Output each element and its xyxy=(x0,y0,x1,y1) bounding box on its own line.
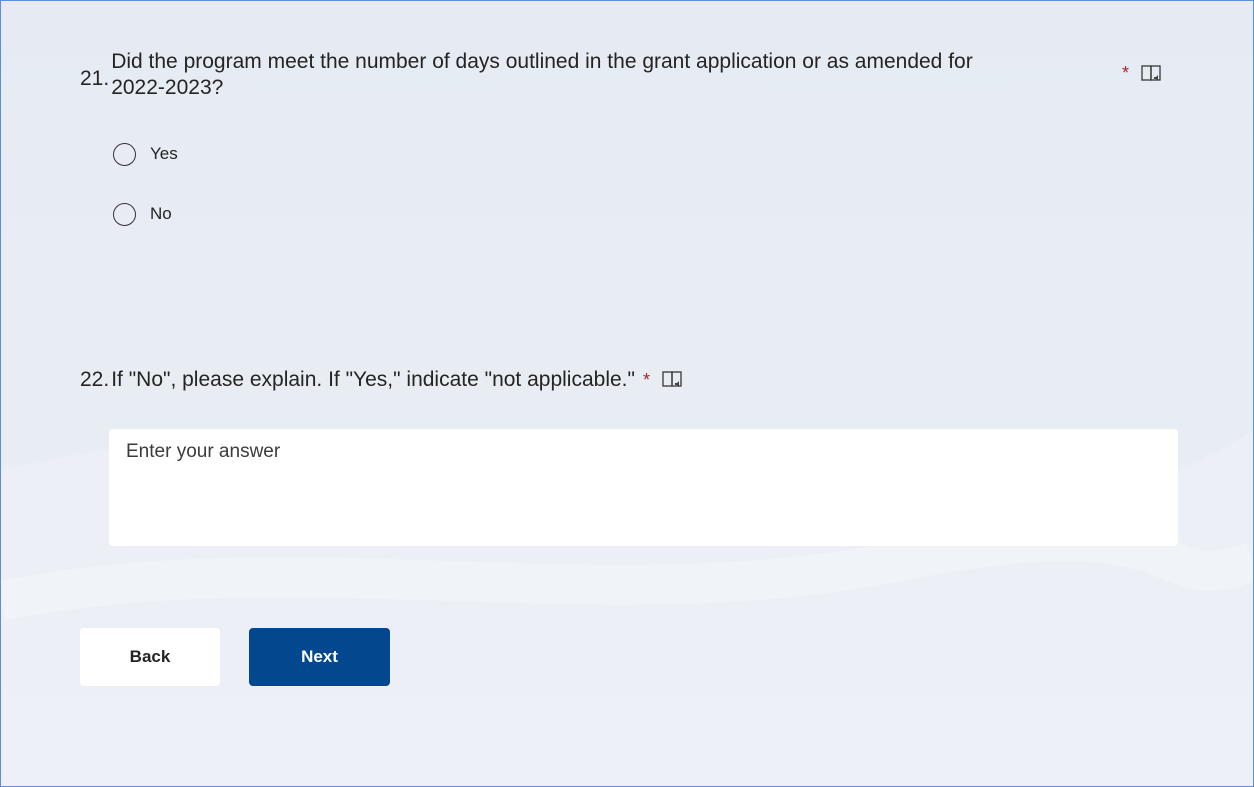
immersive-reader-icon[interactable] xyxy=(1141,64,1163,84)
question-text: Did the program meet the number of days … xyxy=(111,50,973,99)
answer-input[interactable]: Enter your answer xyxy=(109,429,1178,546)
required-asterisk: * xyxy=(1121,63,1129,83)
required-asterisk: * xyxy=(642,370,650,390)
immersive-reader-icon[interactable] xyxy=(662,370,684,390)
question-22: 22. If "No", please explain. If "Yes," i… xyxy=(80,367,1178,546)
option-label: Yes xyxy=(150,144,178,163)
form-navigation: Back Next xyxy=(80,628,390,686)
radio-yes[interactable] xyxy=(113,142,136,166)
question-title: 22. If "No", please explain. If "Yes," i… xyxy=(80,367,1173,393)
question-meta: * xyxy=(1114,63,1163,84)
question-title: 21. Did the program meet the number of d… xyxy=(80,49,1173,101)
option-no[interactable]: No xyxy=(113,179,1173,249)
question-21: 21. Did the program meet the number of d… xyxy=(80,49,1173,249)
option-label: No xyxy=(150,204,172,223)
radio-no[interactable] xyxy=(113,202,136,226)
form-page: 21. Did the program meet the number of d… xyxy=(0,0,1254,787)
radio-group: Yes No xyxy=(113,119,1173,249)
question-text: If "No", please explain. If "Yes," indic… xyxy=(111,368,635,391)
back-button[interactable]: Back xyxy=(80,628,220,686)
next-button[interactable]: Next xyxy=(249,628,390,686)
question-number: 21. xyxy=(80,67,110,90)
question-number: 22. xyxy=(80,368,110,391)
